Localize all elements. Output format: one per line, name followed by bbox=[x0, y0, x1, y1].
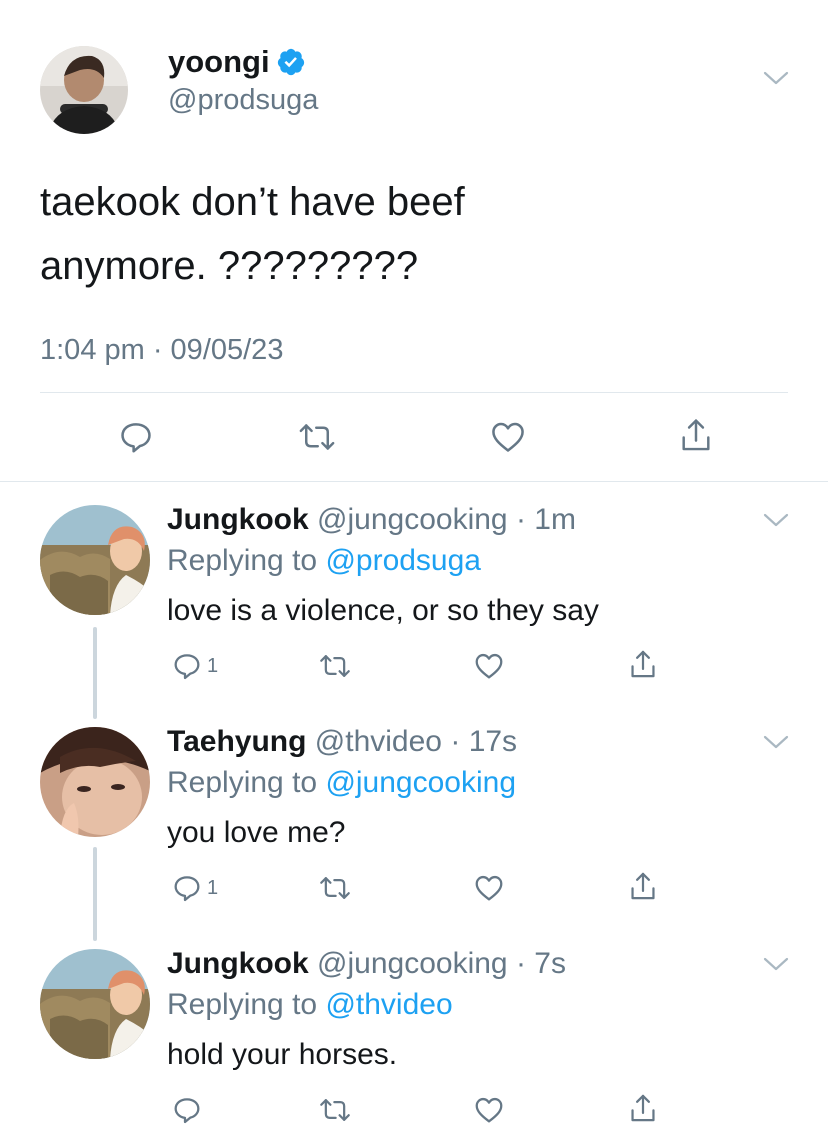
thread-line bbox=[93, 847, 97, 941]
divider bbox=[0, 481, 828, 482]
retweet-icon[interactable] bbox=[297, 418, 337, 456]
divider bbox=[40, 392, 788, 393]
verified-badge-icon bbox=[276, 47, 306, 77]
chevron-down-icon[interactable] bbox=[763, 734, 789, 750]
reply-text: you love me? bbox=[167, 816, 346, 849]
like-icon[interactable] bbox=[473, 1094, 505, 1126]
reply-time[interactable]: 7s bbox=[534, 947, 566, 980]
reply-time[interactable]: 17s bbox=[469, 725, 517, 758]
reply-icon[interactable] bbox=[171, 872, 203, 904]
replying-to-label: Replying to bbox=[167, 988, 318, 1021]
reply-avatar[interactable] bbox=[40, 727, 150, 837]
reply-handle[interactable]: @thvideo bbox=[315, 725, 442, 758]
replying-to-link[interactable]: @prodsuga bbox=[325, 544, 481, 577]
reply-display-name[interactable]: Jungkook bbox=[167, 503, 309, 536]
reply-handle[interactable]: @jungcooking bbox=[317, 503, 508, 536]
thread-line bbox=[93, 627, 97, 719]
like-icon[interactable] bbox=[489, 418, 527, 456]
reply-display-name[interactable]: Taehyung bbox=[167, 725, 306, 758]
share-icon[interactable] bbox=[627, 648, 659, 682]
main-timestamp[interactable]: 1:04 pm · 09/05/23 bbox=[40, 334, 283, 367]
reply-time[interactable]: 1m bbox=[534, 503, 576, 536]
replying-to-label: Replying to bbox=[167, 766, 318, 799]
reply-avatar[interactable] bbox=[40, 949, 150, 1059]
reply-count: 1 bbox=[207, 654, 219, 677]
retweet-icon[interactable] bbox=[318, 1094, 352, 1126]
chevron-down-icon[interactable] bbox=[763, 956, 789, 972]
chevron-down-icon[interactable] bbox=[763, 70, 789, 86]
separator-dot: · bbox=[515, 503, 526, 536]
replying-to-link[interactable]: @thvideo bbox=[325, 988, 452, 1021]
reply-text: love is a violence, or so they say bbox=[167, 594, 599, 627]
share-icon[interactable] bbox=[677, 416, 715, 456]
chevron-down-icon[interactable] bbox=[763, 512, 789, 528]
reply-count: 1 bbox=[207, 876, 219, 899]
main-display-name[interactable]: yoongi bbox=[168, 44, 270, 80]
main-avatar[interactable] bbox=[40, 46, 128, 134]
main-handle[interactable]: @prodsuga bbox=[168, 84, 318, 117]
reply-icon[interactable] bbox=[117, 418, 155, 456]
reply-icon[interactable] bbox=[171, 650, 203, 682]
main-tweet-text-line2: anymore. ????????? bbox=[40, 244, 419, 288]
reply-display-name[interactable]: Jungkook bbox=[167, 947, 309, 980]
reply-avatar[interactable] bbox=[40, 505, 150, 615]
separator-dot: · bbox=[515, 947, 526, 980]
like-icon[interactable] bbox=[473, 872, 505, 904]
reply-text: hold your horses. bbox=[167, 1038, 398, 1071]
retweet-icon[interactable] bbox=[318, 650, 352, 682]
share-icon[interactable] bbox=[627, 870, 659, 904]
replying-to-label: Replying to bbox=[167, 544, 318, 577]
main-tweet-text-line1: taekook don’t have beef bbox=[40, 180, 465, 224]
reply-handle[interactable]: @jungcooking bbox=[317, 947, 508, 980]
like-icon[interactable] bbox=[473, 650, 505, 682]
reply-icon[interactable] bbox=[171, 1094, 203, 1126]
main-tweet-text: taekook don’t have beef anymore. ???????… bbox=[40, 170, 465, 298]
separator-dot: · bbox=[450, 725, 461, 758]
share-icon[interactable] bbox=[627, 1092, 659, 1126]
retweet-icon[interactable] bbox=[318, 872, 352, 904]
replying-to-link[interactable]: @jungcooking bbox=[325, 766, 516, 799]
